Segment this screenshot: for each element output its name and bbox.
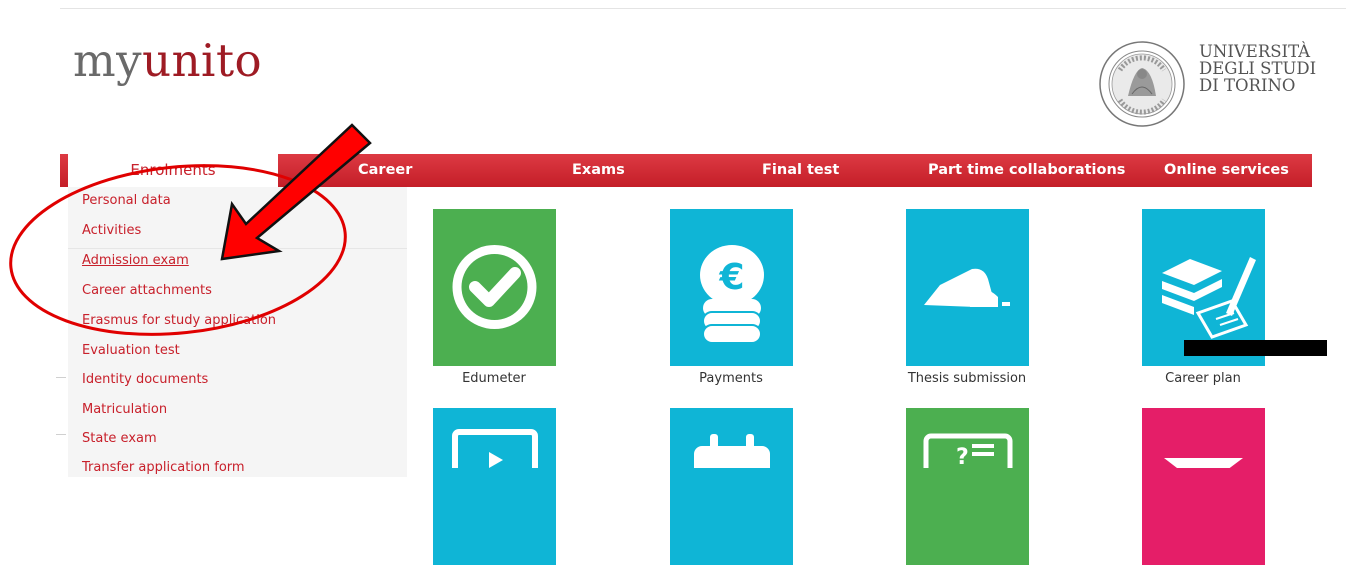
myunito-logo[interactable]: myunito xyxy=(73,38,262,83)
tile-row2-mail[interactable] xyxy=(1142,408,1265,565)
tile-thesis-submission[interactable] xyxy=(906,209,1029,366)
menu-item-activities[interactable]: Activities xyxy=(82,223,141,238)
main-nav: Enrolments Career Exams Final test Part … xyxy=(60,154,1312,191)
left-rule xyxy=(56,434,66,435)
tile-label-thesis-submission[interactable]: Thesis submission xyxy=(887,371,1047,386)
calendar-icon xyxy=(694,434,770,486)
tab-final-test[interactable]: Final test xyxy=(762,154,839,187)
redacted-area xyxy=(1184,340,1327,356)
hand-mouse-icon xyxy=(924,268,1010,307)
tile-label-payments[interactable]: Payments xyxy=(651,371,811,386)
svg-text:?: ? xyxy=(956,445,969,468)
menu-divider xyxy=(68,248,407,249)
tile-edumeter[interactable] xyxy=(433,209,556,366)
tile-payments[interactable]: € xyxy=(670,209,793,366)
menu-item-matriculation[interactable]: Matriculation xyxy=(82,402,167,417)
tab-part-time-collaborations[interactable]: Part time collaborations xyxy=(928,154,1125,187)
tab-online-services[interactable]: Online services xyxy=(1164,154,1289,187)
envelope-icon xyxy=(1164,458,1243,488)
menu-item-state-exam[interactable]: State exam xyxy=(82,431,157,446)
menu-item-transfer-application[interactable]: Transfer application form xyxy=(82,460,245,475)
tile-row2-help[interactable]: ? xyxy=(906,408,1029,565)
menu-item-career-attachments[interactable]: Career attachments xyxy=(82,283,212,298)
video-icon xyxy=(452,429,538,485)
euro-coins-icon: € xyxy=(700,245,764,344)
enrolments-submenu: Personal data Activities Admission exam … xyxy=(68,187,407,477)
left-rule xyxy=(56,377,66,378)
university-seal-icon xyxy=(1099,41,1185,127)
menu-item-erasmus-application[interactable]: Erasmus for study application xyxy=(82,313,276,328)
tab-enrolments[interactable]: Enrolments xyxy=(68,154,278,191)
top-divider xyxy=(60,8,1346,9)
menu-item-evaluation-test[interactable]: Evaluation test xyxy=(82,343,180,358)
logo-unito-text: unito xyxy=(142,34,263,87)
university-name: UNIVERSITÀ DEGLI STUDI DI TORINO xyxy=(1199,42,1317,95)
checkmark-icon xyxy=(452,245,537,329)
menu-item-identity-documents[interactable]: Identity documents xyxy=(82,372,208,387)
tile-label-edumeter[interactable]: Edumeter xyxy=(414,371,574,386)
menu-item-personal-data[interactable]: Personal data xyxy=(82,193,171,208)
help-screen-icon: ? xyxy=(923,433,1013,489)
tile-row2-video[interactable] xyxy=(433,408,556,565)
tab-career[interactable]: Career xyxy=(358,154,412,187)
logo-my-text: my xyxy=(73,34,143,87)
svg-text:€: € xyxy=(718,257,744,298)
menu-item-admission-exam[interactable]: Admission exam xyxy=(82,253,189,268)
tile-label-career-plan[interactable]: Career plan xyxy=(1123,371,1283,386)
tab-exams[interactable]: Exams xyxy=(572,154,625,187)
tile-row2-calendar[interactable] xyxy=(670,408,793,565)
